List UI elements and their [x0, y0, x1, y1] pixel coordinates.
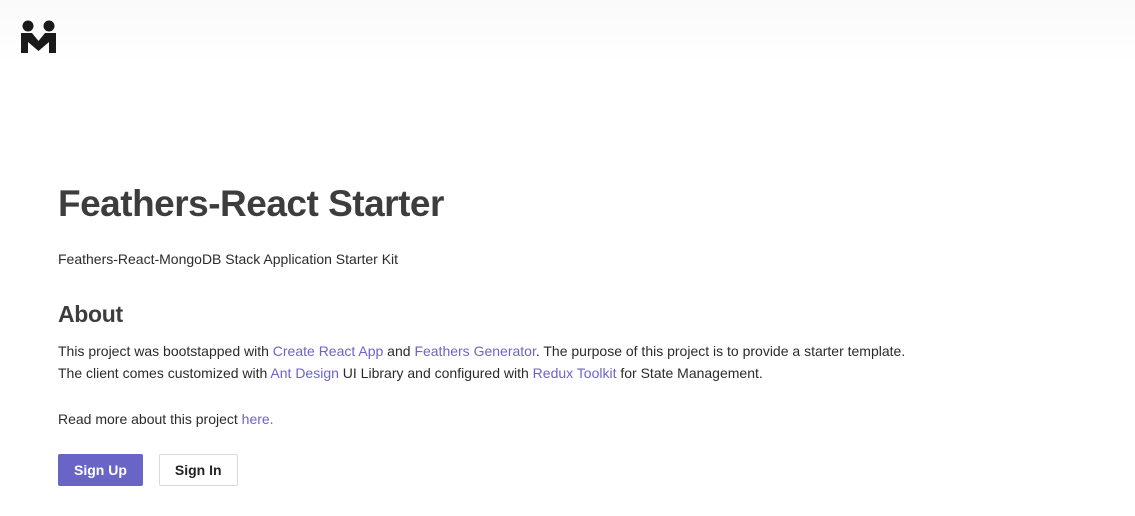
- about-line-1: This project was bootstapped with Create…: [58, 340, 1058, 362]
- page-subtitle: Feathers-React-MongoDB Stack Application…: [58, 251, 399, 267]
- about-line-2-text-a: The client comes customized with: [58, 365, 271, 381]
- about-line-1-text-a: This project was bootstapped with: [58, 343, 273, 359]
- page-title: Feathers-React Starter: [58, 183, 444, 224]
- read-more-line: Read more about this project here.: [58, 408, 1058, 430]
- create-react-app-link[interactable]: Create React App: [273, 343, 384, 359]
- about-line-2-text-c: for State Management.: [616, 365, 763, 381]
- about-line-2-text-b: UI Library and configured with: [338, 365, 533, 381]
- read-more-text: Read more about this project: [58, 411, 242, 427]
- read-more-link[interactable]: here.: [242, 411, 274, 427]
- redux-toolkit-link[interactable]: Redux Toolkit: [533, 365, 617, 381]
- auth-buttons: Sign Up Sign In: [58, 454, 1058, 486]
- sign-in-button[interactable]: Sign In: [158, 454, 238, 486]
- main-content: Feathers-React Starter Feathers-React-Mo…: [58, 182, 1058, 486]
- mongodb-m-logo-icon[interactable]: [20, 20, 57, 53]
- page: Feathers-React Starter Feathers-React-Mo…: [0, 0, 1135, 516]
- ant-design-link[interactable]: Ant Design: [270, 365, 338, 381]
- about-paragraph: This project was bootstapped with Create…: [58, 340, 1058, 384]
- about-heading: About: [58, 301, 123, 327]
- about-line-2: The client comes customized with Ant Des…: [58, 362, 1058, 384]
- sign-up-button[interactable]: Sign Up: [58, 454, 143, 486]
- top-header: [0, 0, 1135, 66]
- about-line-1-text-b: and: [383, 343, 415, 359]
- about-line-1-text-c: . The purpose of this project is to prov…: [535, 343, 906, 359]
- feathers-generator-link[interactable]: Feathers Generator: [414, 343, 535, 359]
